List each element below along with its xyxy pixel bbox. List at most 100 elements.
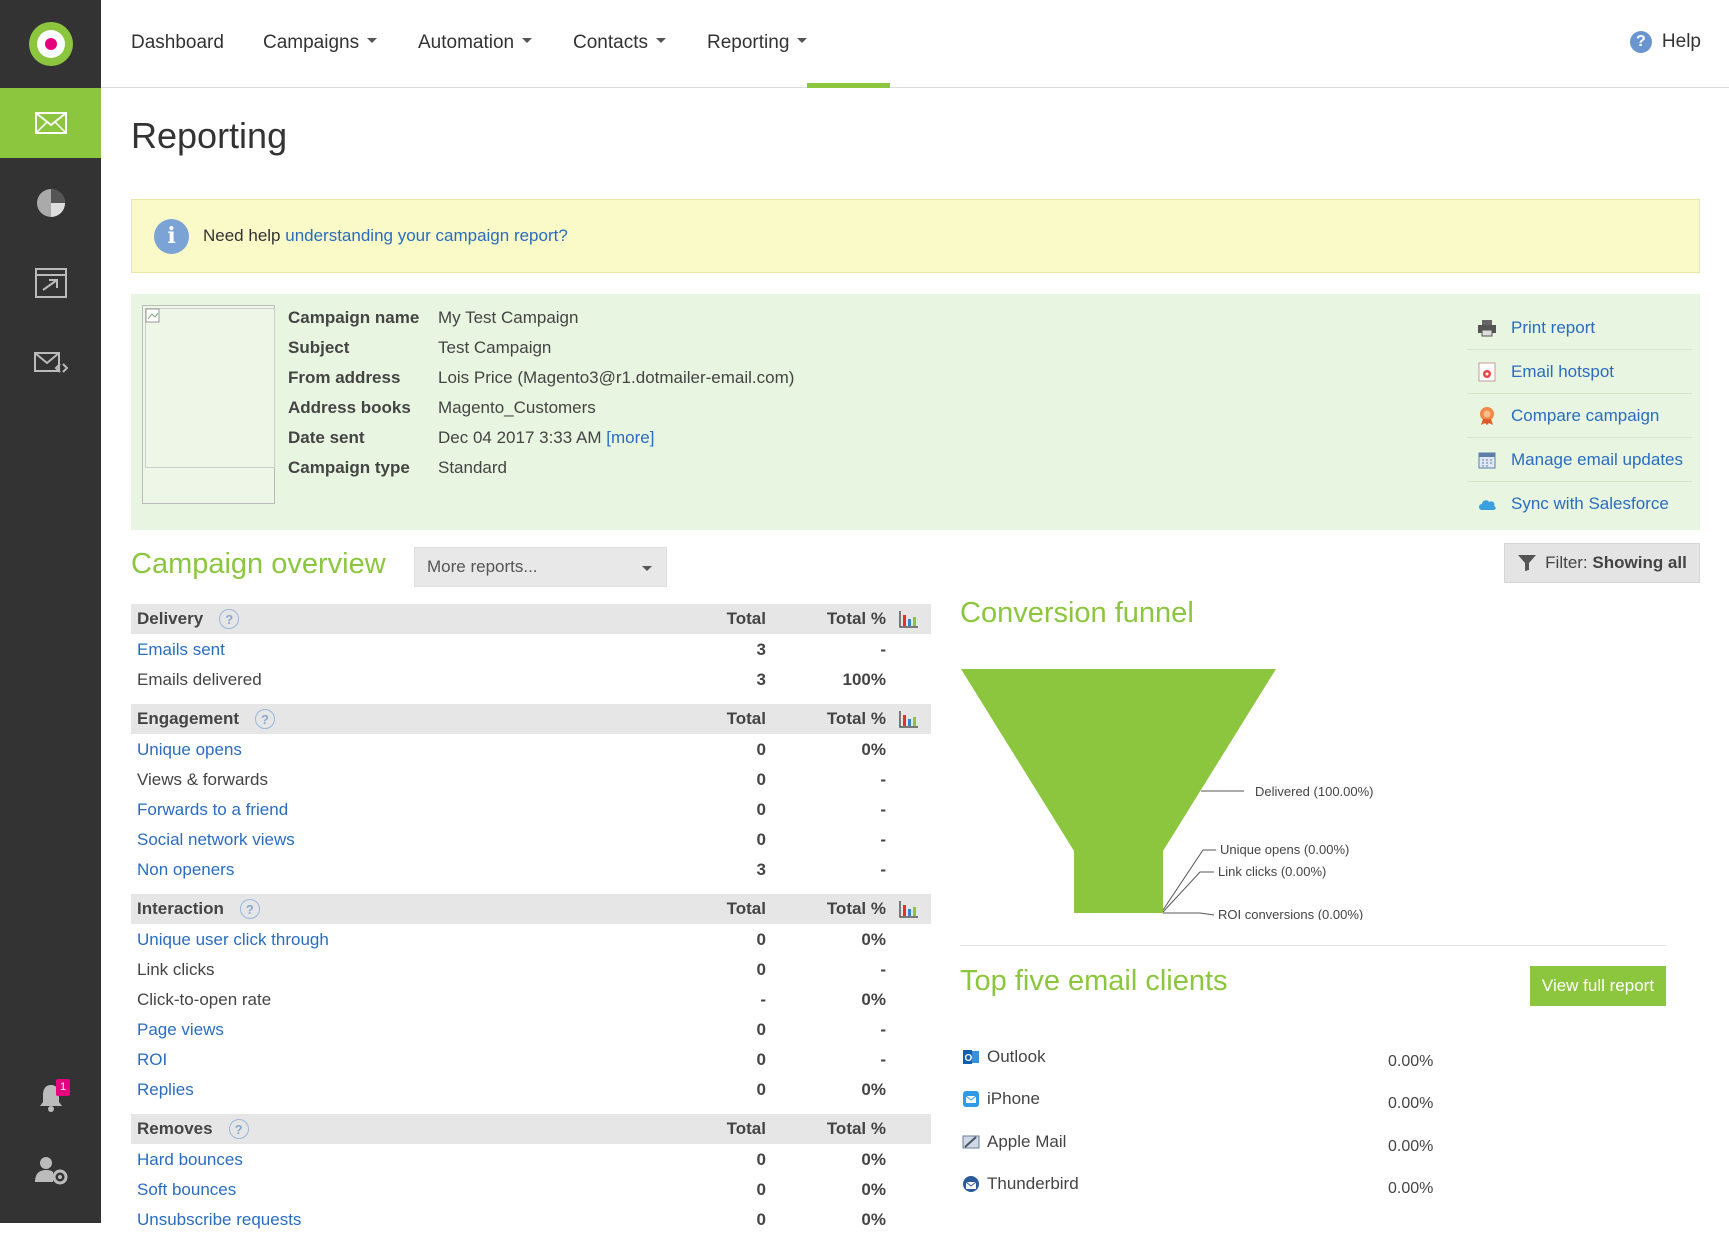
row-pct: - (880, 860, 886, 879)
row-pct: 0% (861, 990, 886, 1009)
filter-button[interactable]: Filter: Showing all (1504, 543, 1700, 583)
campaign-name-value: My Test Campaign (438, 308, 579, 327)
sidebar-item-automation[interactable] (0, 248, 101, 318)
sidebar-item-account[interactable] (0, 1140, 101, 1200)
more-reports-label: More reports... (427, 557, 538, 576)
printer-icon (1477, 318, 1497, 338)
compare-campaign-action[interactable]: Compare campaign (1467, 394, 1692, 438)
non-openers-link[interactable]: Non openers (137, 860, 234, 880)
row-pct: 100% (842, 670, 886, 689)
more-link[interactable]: [more] (606, 428, 654, 458)
table-row: Social network views 0 - (131, 824, 931, 854)
col-total: Total (726, 899, 766, 918)
sidebar-item-reporting[interactable] (0, 168, 101, 238)
calendar-icon (1477, 450, 1497, 470)
soft-bounces-link[interactable]: Soft bounces (137, 1180, 236, 1200)
unsubscribe-requests-link[interactable]: Unsubscribe requests (137, 1210, 301, 1230)
apple-mail-icon (962, 1135, 980, 1149)
sidebar-item-notifications[interactable] (0, 1065, 101, 1131)
funnel-leader-line (1163, 912, 1215, 916)
row-pct: 0% (861, 1080, 886, 1099)
svg-text:O: O (965, 1053, 973, 1064)
active-tab-indicator (807, 83, 890, 88)
row-total: 0 (756, 960, 766, 979)
row-total: 0 (756, 1050, 766, 1069)
question-icon[interactable]: ? (255, 709, 276, 729)
row-total: - (760, 990, 766, 1009)
chevron-down-icon (642, 566, 652, 571)
bar-chart-icon[interactable] (899, 710, 919, 728)
help-info-bar: i Need help understanding your campaign … (131, 199, 1700, 273)
nav-reporting[interactable]: Reporting (707, 32, 808, 54)
subject-value: Test Campaign (438, 338, 552, 357)
print-report-action[interactable]: Print report (1467, 306, 1692, 350)
table-row: Non openers 3 - (131, 854, 931, 884)
row-pct: - (880, 1050, 886, 1069)
unique-opens-link[interactable]: Unique opens (137, 740, 242, 760)
page-views-link[interactable]: Page views (137, 1020, 224, 1040)
question-icon[interactable]: ? (228, 1119, 249, 1139)
unique-click-through-link[interactable]: Unique user click through (137, 930, 329, 950)
roi-link[interactable]: ROI (137, 1050, 167, 1070)
hard-bounces-link[interactable]: Hard bounces (137, 1150, 243, 1170)
question-icon[interactable]: ? (239, 899, 260, 919)
emails-sent-link[interactable]: Emails sent (137, 640, 225, 660)
col-total-pct: Total % (826, 899, 886, 918)
print-report-link[interactable]: Print report (1511, 318, 1595, 338)
nav-dashboard[interactable]: Dashboard (131, 32, 224, 54)
campaign-report-help-link[interactable]: understanding your campaign report? (285, 226, 568, 246)
help-link[interactable]: ? Help (1629, 31, 1701, 53)
forwards-to-friend-link[interactable]: Forwards to a friend (137, 800, 288, 820)
manage-email-updates-link[interactable]: Manage email updates (1511, 450, 1683, 470)
manage-email-updates-action[interactable]: Manage email updates (1467, 438, 1692, 482)
sidebar-item-templates[interactable] (0, 328, 101, 398)
email-hotspot-action[interactable]: Email hotspot (1467, 350, 1692, 394)
col-total-pct: Total % (826, 709, 886, 728)
row-label: Views & forwards (137, 770, 269, 789)
client-name: Apple Mail (987, 1132, 1067, 1151)
nav-campaigns[interactable]: Campaigns (263, 32, 378, 54)
client-pct: 0.00% (1388, 1138, 1434, 1155)
email-hotspot-link[interactable]: Email hotspot (1511, 362, 1614, 382)
table-row: Page views 0 - (131, 1014, 931, 1044)
client-name: iPhone (987, 1089, 1040, 1108)
broken-image-icon (145, 308, 160, 323)
row-pct: - (880, 1020, 886, 1039)
social-network-views-link[interactable]: Social network views (137, 830, 295, 850)
question-icon[interactable]: ? (219, 609, 240, 629)
client-pct: 0.00% (1388, 1180, 1434, 1197)
nav-contacts[interactable]: Contacts (573, 32, 666, 54)
funnel-label-link-clicks: Link clicks (0.00%) (1218, 864, 1326, 879)
row-pct: 0% (861, 1180, 886, 1199)
bar-chart-icon[interactable] (899, 610, 919, 628)
row-pct: - (880, 800, 886, 819)
detail-label: Campaign type (288, 458, 410, 477)
funnel-label-roi-conversions: ROI conversions (0.00%) (1218, 907, 1363, 920)
row-pct: 0% (861, 740, 886, 759)
row-pct: 0% (861, 1210, 886, 1229)
section-title: Delivery (137, 609, 204, 628)
row-total: 0 (756, 1150, 766, 1169)
row-pct: - (880, 830, 886, 849)
logo[interactable] (0, 0, 101, 88)
sidebar-item-email[interactable] (0, 88, 101, 158)
campaign-stats-table: Delivery? Total Total % Emails sent 3 - Em… (131, 604, 931, 1234)
funnel-leader-line (1162, 849, 1216, 911)
sync-salesforce-action[interactable]: Sync with Salesforce (1467, 482, 1692, 526)
row-total: 3 (756, 640, 766, 659)
row-label: Emails delivered (137, 670, 262, 689)
campaign-thumbnail[interactable] (142, 305, 275, 504)
sync-salesforce-link[interactable]: Sync with Salesforce (1511, 494, 1669, 514)
table-row: Emails delivered 3 100% (131, 664, 931, 694)
top-email-clients-title: Top five email clients (960, 965, 1228, 997)
view-full-report-button[interactable]: View full report (1530, 966, 1666, 1006)
replies-link[interactable]: Replies (137, 1080, 194, 1100)
more-reports-dropdown[interactable]: More reports... (414, 547, 667, 587)
row-pct: 0% (861, 1150, 886, 1169)
compare-campaign-link[interactable]: Compare campaign (1511, 406, 1659, 426)
detail-label: Date sent (288, 428, 365, 447)
bar-chart-icon[interactable] (899, 900, 919, 918)
nav-automation[interactable]: Automation (418, 32, 533, 54)
from-address-value: Lois Price (Magento3@r1.dotmailer-email.… (438, 368, 795, 387)
table-row: Unsubscribe requests 0 0% (131, 1204, 931, 1234)
